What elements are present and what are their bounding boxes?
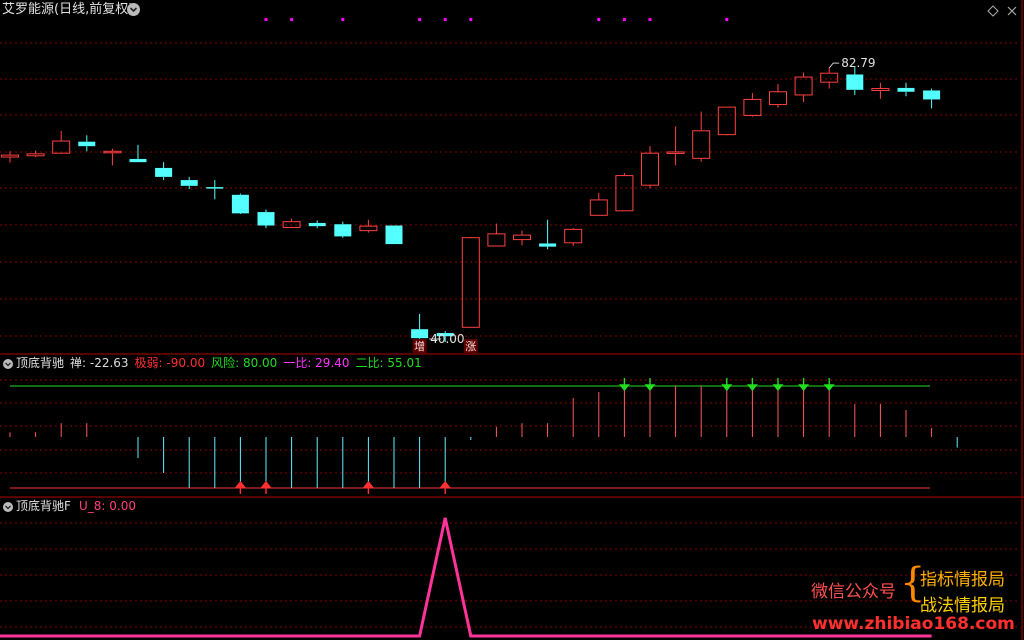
watermark-line1: 指标情报局: [920, 570, 1005, 590]
signal-dot: [725, 18, 729, 21]
candle-body: [52, 140, 71, 154]
candle-body: [1, 154, 19, 158]
indicator-menu-icon[interactable]: [3, 359, 13, 369]
candle-body: [692, 130, 711, 159]
candle-body: [385, 225, 403, 245]
candle-body: [411, 329, 429, 339]
candle-body: [897, 87, 915, 92]
down-arrow-icon: [721, 378, 733, 392]
indicator-values: 禅: -22.63 极弱: -90.00 风险: 80.00 一比: 29.40 二比:…: [70, 356, 428, 370]
watermark-url: www.zhibiao168.com: [812, 614, 1015, 634]
indicator-value-2: 风险: 80.00: [211, 356, 278, 370]
diamond-icon[interactable]: [987, 5, 999, 17]
candle-body: [717, 106, 736, 136]
signal-dot: [597, 18, 601, 21]
candle-body: [180, 180, 198, 186]
f-panel-value: U_8: 0.00: [79, 499, 136, 513]
f-panel-title: 顶底背驰F: [16, 499, 71, 513]
candle-body: [923, 90, 941, 100]
signal-dot: [341, 18, 345, 21]
signal-dot: [469, 18, 473, 21]
candle-body: [589, 199, 608, 216]
marker-zeng: 增: [414, 339, 425, 353]
indicator-value-1: 极弱: -90.00: [134, 356, 206, 370]
candle-body: [513, 234, 531, 241]
candle-body: [334, 224, 352, 237]
candlestick-series: [1, 66, 941, 342]
indicator-value-4: 二比: 55.01: [355, 356, 422, 370]
indicator-arrows: [234, 378, 835, 494]
high-price-label: 82.79: [841, 56, 875, 70]
candle-body: [359, 225, 378, 232]
f-line-series: [0, 517, 932, 638]
candle-body: [26, 153, 45, 157]
signal-dots: [264, 18, 729, 21]
candle-body: [257, 212, 275, 226]
candle-body: [564, 228, 583, 244]
candle-body: [615, 175, 634, 212]
candle-body: [487, 233, 506, 247]
high-leader: [828, 62, 840, 69]
candle-body: [206, 187, 224, 189]
indicator-panel-title: 顶底背驰: [16, 356, 65, 370]
candle-body: [78, 141, 96, 147]
close-icon[interactable]: [1006, 5, 1018, 17]
candle-body: [461, 237, 480, 328]
f-line: [0, 517, 932, 638]
chart-canvas[interactable]: 82.79 40.00 增 涨: [0, 0, 1024, 640]
candle-body: [231, 194, 249, 214]
watermark-line2: 战法情报局: [920, 596, 1005, 616]
candle-body: [308, 222, 326, 227]
signal-dot: [443, 18, 447, 21]
chevron-down-icon[interactable]: [127, 3, 140, 16]
candle-body: [539, 243, 557, 247]
candle-body: [769, 91, 787, 106]
candle-body: [129, 158, 147, 163]
candle-body: [641, 152, 659, 186]
panel-dividers: [0, 0, 1024, 640]
signal-dot: [622, 18, 626, 21]
indicator-value-3: 一比: 29.40: [283, 356, 350, 370]
low-price-label: 40.00: [430, 332, 464, 346]
indicator-value-0: 禅: -22.63: [70, 356, 129, 370]
main-panel-title: 艾罗能源(日线,前复权): [2, 2, 134, 17]
signal-dot: [648, 18, 652, 21]
candle-body: [871, 88, 890, 91]
marker-zhang: 涨: [465, 340, 476, 353]
candle-body: [794, 76, 813, 96]
candle-body: [743, 98, 762, 116]
signal-dot: [290, 18, 294, 21]
candle-body: [846, 74, 864, 90]
watermark-wechat: 微信公众号: [811, 582, 896, 602]
candle-body: [155, 167, 173, 177]
f-panel-menu-icon[interactable]: [3, 502, 13, 512]
grid-lines: [0, 42, 1020, 628]
price-annotations: 82.79 40.00 增 涨: [412, 56, 876, 353]
signal-dot: [418, 18, 422, 21]
candle-body: [666, 151, 685, 154]
signal-dot: [264, 18, 268, 21]
down-arrow-icon: [644, 378, 656, 392]
candle-body: [820, 72, 839, 83]
